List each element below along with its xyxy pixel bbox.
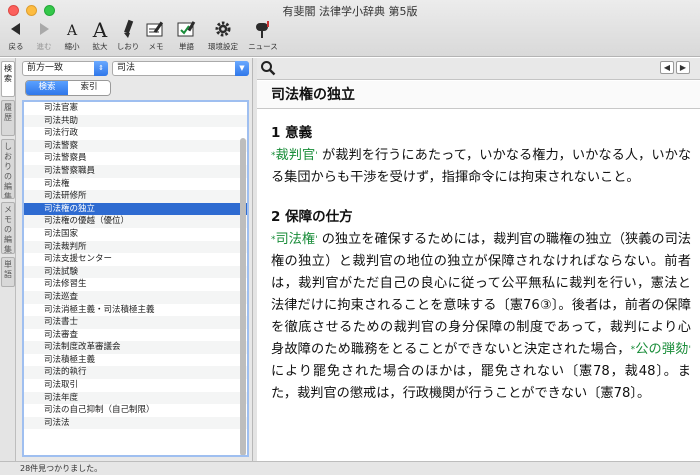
small-a-icon: A bbox=[64, 18, 80, 40]
chevron-updown-icon: ⇕ bbox=[94, 61, 108, 76]
result-item[interactable]: 司法警察員 bbox=[24, 152, 247, 165]
match-mode-select[interactable]: 前方一致 ⇕ bbox=[22, 61, 108, 76]
window-titlebar: 有斐閣 法律学小辞典 第5版 戻る 進む A 縮小 A 拡大 しおり メモ 単語… bbox=[0, 0, 700, 57]
result-item[interactable]: 司法共助 bbox=[24, 114, 247, 128]
result-item[interactable]: 司法試験 bbox=[24, 265, 247, 279]
back-button[interactable]: 戻る bbox=[2, 18, 30, 52]
side-tab-bar: 検索 履歴 しおりの編集 メモの編集 単語 bbox=[0, 58, 16, 461]
back-arrow-icon bbox=[8, 18, 24, 40]
wordbook-button[interactable]: 単語 bbox=[170, 18, 203, 52]
side-tab-bookmarks[interactable]: しおりの編集 bbox=[1, 139, 15, 199]
main-toolbar: 戻る 進む A 縮小 A 拡大 しおり メモ 単語 環境設定 ニュース bbox=[2, 18, 283, 52]
result-item[interactable]: 司法行政 bbox=[24, 127, 247, 140]
article-toolbar: ◀ ▶ bbox=[257, 58, 700, 80]
article-pane: 司法権の独立 1 意義 *裁判官' が裁判を行うにあたって，いかなる権力，いかな… bbox=[257, 81, 700, 461]
result-item[interactable]: 司法年度 bbox=[24, 391, 247, 405]
svg-text:A: A bbox=[66, 23, 78, 37]
result-item[interactable]: 司法権 bbox=[24, 178, 247, 191]
section-paragraph: *司法権' の独立を確保するためには，裁判官の職権の独立（狭義の司法権の独立）と… bbox=[271, 229, 691, 405]
wordbook-icon bbox=[177, 18, 197, 40]
large-a-icon: A bbox=[90, 18, 110, 40]
svg-text:A: A bbox=[92, 19, 108, 39]
status-bar: 28件見つかりました。 bbox=[0, 461, 700, 475]
side-tab-search[interactable]: 検索 bbox=[1, 61, 15, 97]
bookmark-icon bbox=[120, 18, 136, 40]
result-item[interactable]: 司法巡査 bbox=[24, 290, 247, 304]
section-paragraph: *裁判官' が裁判を行うにあたって，いかなる権力，いかなる人，いかなる集団からも… bbox=[271, 145, 691, 189]
result-item[interactable]: 司法法 bbox=[24, 416, 247, 430]
term-link[interactable]: 裁判官 bbox=[276, 148, 316, 163]
settings-button[interactable]: 環境設定 bbox=[203, 18, 243, 52]
result-item[interactable]: 司法権の独立 bbox=[24, 202, 247, 216]
memo-icon bbox=[146, 18, 166, 40]
quote-mark: ' bbox=[688, 345, 692, 355]
search-panel: 前方一致 ⇕ 司法 ▼ 検索 索引 司法官憲 司法共助 司法行政 司法警察 司法警察員司… bbox=[16, 58, 253, 461]
memo-label: メモ bbox=[148, 42, 164, 51]
search-query-combobox[interactable]: 司法 ▼ bbox=[112, 61, 249, 76]
next-entry-icon[interactable]: ▶ bbox=[676, 61, 690, 74]
prev-entry-icon[interactable]: ◀ bbox=[660, 61, 674, 74]
results-scrollbar[interactable] bbox=[239, 102, 246, 455]
paragraph-text: により罷免された場合のほかは，罷免されない〔憲78，裁48〕。また，裁判官の懲戒… bbox=[271, 364, 691, 401]
result-item[interactable]: 司法研修所 bbox=[24, 190, 247, 203]
search-mode-segment: 検索 索引 bbox=[25, 80, 111, 96]
news-label: ニュース bbox=[248, 42, 278, 51]
enlarge-font-button[interactable]: A 拡大 bbox=[86, 18, 114, 52]
result-item[interactable]: 司法審査 bbox=[24, 329, 247, 342]
result-item[interactable]: 司法警察職員 bbox=[24, 164, 247, 178]
tab-search[interactable]: 検索 bbox=[26, 81, 68, 95]
result-item[interactable]: 司法制度改革審議会 bbox=[24, 341, 247, 354]
gear-icon bbox=[214, 18, 232, 40]
article-title: 司法権の独立 bbox=[257, 81, 700, 109]
search-query-value: 司法 bbox=[117, 63, 136, 73]
term-link[interactable]: 司法権 bbox=[276, 232, 316, 247]
result-item[interactable]: 司法的執行 bbox=[24, 366, 247, 380]
chevron-down-icon: ▼ bbox=[235, 61, 249, 76]
settings-label: 環境設定 bbox=[208, 42, 238, 51]
article-nav: ◀ ▶ bbox=[660, 61, 690, 74]
memo-button[interactable]: メモ bbox=[142, 18, 170, 52]
wordbook-label: 単語 bbox=[179, 42, 194, 51]
section-heading: 2 保障の仕方 bbox=[271, 209, 353, 225]
bookmark-label: しおり bbox=[116, 42, 140, 51]
side-tab-wordbook[interactable]: 単語 bbox=[1, 257, 15, 287]
result-item[interactable]: 司法消極主義・司法積極主義 bbox=[24, 304, 247, 317]
result-item[interactable]: 司法積極主義 bbox=[24, 354, 247, 367]
enlarge-label: 拡大 bbox=[92, 42, 108, 51]
result-rows: 司法官憲 司法共助 司法行政 司法警察 司法警察員 司法警察職員 司法権 司法研修所 司法権の独… bbox=[24, 102, 247, 430]
forward-arrow-icon bbox=[36, 18, 52, 40]
result-item[interactable]: 司法権の優越（優位） bbox=[24, 215, 247, 228]
search-icon[interactable] bbox=[260, 60, 276, 80]
side-tab-history[interactable]: 履歴 bbox=[1, 100, 15, 136]
forward-button[interactable]: 進む bbox=[30, 18, 58, 52]
shrink-font-button[interactable]: A 縮小 bbox=[58, 18, 86, 52]
paragraph-text: が裁判を行うにあたって，いかなる権力，いかなる人，いかなる集団からも干渉を受けず… bbox=[271, 148, 691, 185]
match-mode-value: 前方一致 bbox=[27, 63, 64, 73]
scrollbar-thumb[interactable] bbox=[240, 138, 246, 455]
article-body: 1 意義 *裁判官' が裁判を行うにあたって，いかなる権力，いかなる人，いかなる… bbox=[271, 121, 691, 421]
result-item[interactable]: 司法支援センター bbox=[24, 253, 247, 266]
shrink-label: 縮小 bbox=[64, 42, 80, 51]
paragraph-text: の独立を確保するためには，裁判官の職権の独立（狭義の司法権の独立）と裁判官の地位… bbox=[271, 232, 691, 357]
tab-index[interactable]: 索引 bbox=[68, 81, 110, 95]
results-list: 司法官憲 司法共助 司法行政 司法警察 司法警察員 司法警察職員 司法権 司法研修所 司法権の独… bbox=[22, 100, 249, 457]
term-link[interactable]: 公の弾劾 bbox=[635, 342, 688, 357]
section-heading: 1 意義 bbox=[271, 125, 313, 141]
result-item[interactable]: 司法官憲 bbox=[24, 102, 247, 115]
result-item[interactable]: 司法国家 bbox=[24, 228, 247, 241]
result-item[interactable]: 司法裁判所 bbox=[24, 240, 247, 254]
bookmark-button[interactable]: しおり bbox=[114, 18, 142, 52]
window-title: 有斐閣 法律学小辞典 第5版 bbox=[282, 5, 418, 18]
mailbox-icon bbox=[253, 18, 273, 40]
result-item[interactable]: 司法取引 bbox=[24, 379, 247, 392]
side-tab-memos[interactable]: メモの編集 bbox=[1, 202, 15, 254]
result-item[interactable]: 司法の自己抑制（自己制限） bbox=[24, 404, 247, 417]
result-item[interactable]: 司法書士 bbox=[24, 316, 247, 329]
forward-label: 進む bbox=[36, 42, 52, 51]
result-item[interactable]: 司法警察 bbox=[24, 139, 247, 153]
result-item[interactable]: 司法修習生 bbox=[24, 278, 247, 291]
news-button[interactable]: ニュース bbox=[243, 18, 283, 52]
back-label: 戻る bbox=[8, 42, 24, 51]
